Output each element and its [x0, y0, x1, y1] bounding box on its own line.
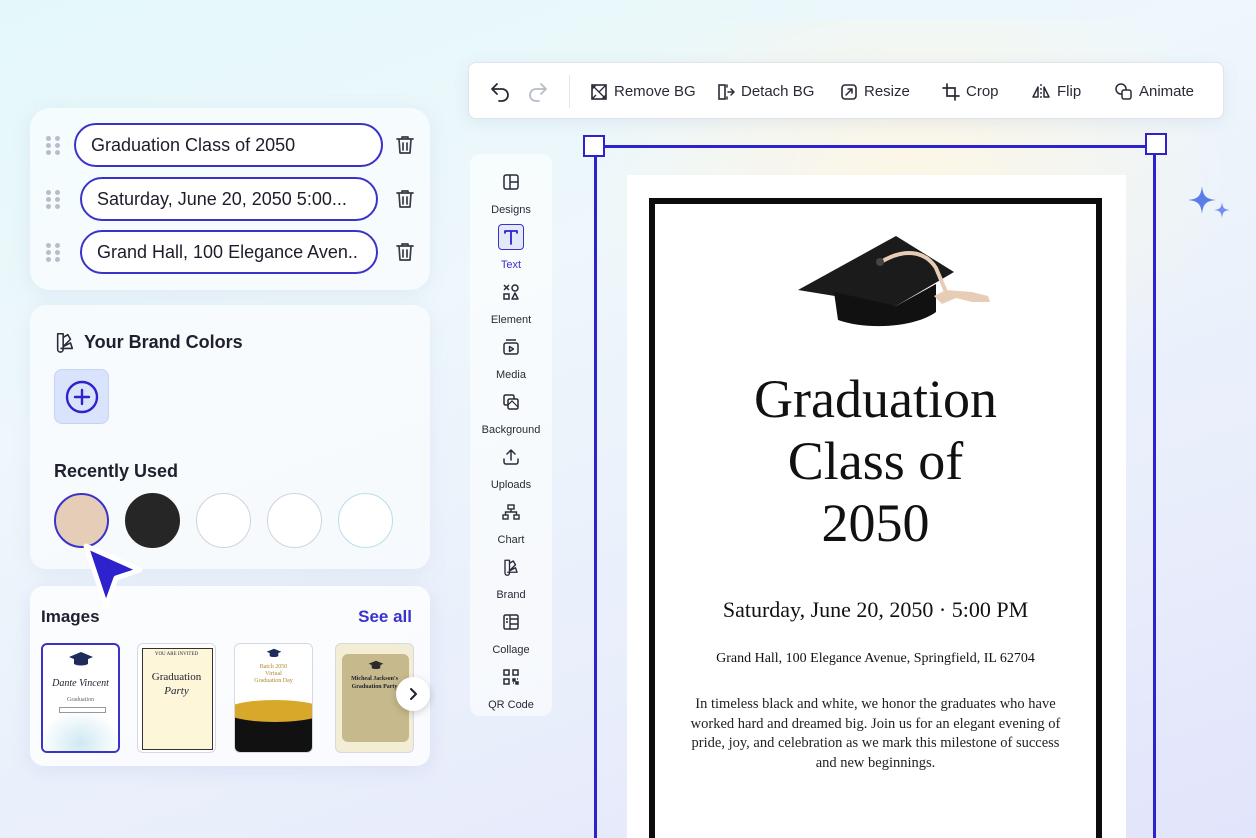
trash-icon[interactable] [393, 240, 417, 264]
thumbnail-batch: Batch 2050 [259, 664, 288, 670]
sidemenu-item-brand[interactable]: Brand [470, 549, 552, 601]
upload-icon [499, 445, 523, 469]
card-date[interactable]: Saturday, June 20, 2050 · 5:00 PM [652, 597, 1099, 623]
thumbnail-frame [142, 648, 213, 750]
remove-bg-button[interactable]: Remove BG [590, 63, 696, 120]
sidemenu-item-element[interactable]: Element [470, 274, 552, 326]
color-swatch-white[interactable] [338, 493, 393, 548]
ai-sparkle-icon[interactable] [1186, 184, 1234, 224]
sidemenu-item-uploads[interactable]: Uploads [470, 439, 552, 491]
redo-icon[interactable] [526, 80, 550, 104]
remove-background-icon [591, 83, 607, 100]
media-icon [499, 335, 523, 359]
color-swatch-white[interactable] [196, 493, 251, 548]
background-icon [499, 390, 523, 414]
resize-button[interactable]: Resize [840, 63, 910, 120]
side-menu: Designs Text Element Media Background Up… [470, 154, 552, 716]
collage-icon [499, 610, 523, 634]
animate-button[interactable]: Animate [1114, 63, 1194, 120]
brand-colors-panel: Your Brand Colors Recently Used [30, 305, 430, 569]
layout-icon [499, 170, 523, 194]
chart-icon [499, 500, 523, 524]
thumbnail-invite-label: YOU ARE INVITED [154, 652, 199, 657]
sidemenu-item-text[interactable]: Text [470, 219, 552, 271]
drag-handle-icon[interactable] [46, 243, 60, 263]
toolbar-divider [569, 75, 570, 108]
crop-icon [942, 82, 960, 101]
text-layers-panel: Graduation Class of 2050 Saturday, June … [30, 108, 430, 290]
thumbnail-subtitle: Graduation Day [254, 678, 293, 684]
text-layer-input[interactable]: Graduation Class of 2050 [74, 123, 383, 167]
image-thumbnail[interactable]: Batch 2050 Virtual Graduation Day [234, 643, 313, 753]
chevron-right-icon [410, 688, 417, 700]
drag-handle-icon[interactable] [46, 190, 60, 210]
graduation-cap-icon [69, 652, 93, 666]
graduation-cap-icon [266, 648, 282, 657]
sidemenu-item-qr-code[interactable]: QR Code [470, 659, 552, 711]
color-swatch-white[interactable] [267, 493, 322, 548]
watercolor-decoration [43, 711, 118, 751]
text-icon [498, 224, 524, 250]
text-layer-row: Saturday, June 20, 2050 5:00... [30, 177, 430, 221]
text-layer-input[interactable]: Saturday, June 20, 2050 5:00... [80, 177, 378, 221]
resize-handle-top-right[interactable] [1145, 133, 1167, 155]
top-toolbar: Remove BG Detach BG Resize Crop Flip Ani… [468, 62, 1224, 119]
graduation-cap-icon [368, 660, 384, 669]
graduation-cap-icon [798, 236, 990, 327]
crop-button[interactable]: Crop [942, 63, 999, 120]
plus-circle-icon [65, 380, 98, 413]
recently-used-title: Recently Used [54, 461, 179, 481]
card-body-text[interactable]: In timeless black and white, we honor th… [690, 695, 1061, 773]
sidemenu-item-collage[interactable]: Collage [470, 604, 552, 656]
sidemenu-item-background[interactable]: Background [470, 384, 552, 436]
cursor-arrow-icon [83, 543, 143, 609]
see-all-link[interactable]: See all [358, 607, 412, 627]
detach-background-icon [718, 83, 735, 100]
thumbnail-name: Dante Vincent [52, 678, 109, 689]
qr-code-icon [499, 665, 523, 689]
thumbnail-date-box [59, 707, 106, 713]
thumbnail-subtitle: Graduation [67, 697, 94, 703]
palette-icon [56, 332, 74, 353]
thumbnail-subtitle: Party [164, 685, 189, 697]
resize-icon [841, 83, 857, 100]
resize-handle-top-left[interactable] [583, 135, 605, 157]
trash-icon[interactable] [393, 187, 417, 211]
image-thumbnail[interactable]: Dante Vincent Graduation [41, 643, 120, 753]
brand-icon [499, 555, 523, 579]
card-venue[interactable]: Grand Hall, 100 Elegance Avenue, Springf… [652, 651, 1099, 667]
sidemenu-item-chart[interactable]: Chart [470, 494, 552, 546]
detach-bg-button[interactable]: Detach BG [717, 63, 814, 120]
undo-icon[interactable] [488, 80, 512, 104]
thumbnail-title: Graduation [151, 671, 202, 683]
trash-icon[interactable] [393, 133, 417, 157]
drag-handle-icon[interactable] [46, 136, 60, 156]
brand-colors-title: Your Brand Colors [54, 331, 243, 353]
thumbnail-title: Virtual [265, 671, 282, 677]
flip-button[interactable]: Flip [1031, 63, 1081, 120]
text-layer-input[interactable]: Grand Hall, 100 Elegance Aven.. [80, 230, 378, 274]
next-images-button[interactable] [396, 677, 430, 711]
animate-icon [1115, 83, 1132, 100]
image-thumbnail[interactable]: YOU ARE INVITED Graduation Party [137, 643, 216, 753]
sidemenu-item-media[interactable]: Media [470, 329, 552, 381]
card-title[interactable]: Graduation Class of 2050 [652, 368, 1099, 554]
sidemenu-item-designs[interactable]: Designs [470, 164, 552, 216]
shapes-icon [499, 280, 523, 304]
flip-icon [1032, 83, 1050, 100]
add-brand-color-button[interactable] [54, 369, 109, 424]
text-layer-row: Grand Hall, 100 Elegance Aven.. [30, 230, 430, 274]
thumbnail-gold-wave [235, 700, 312, 722]
text-layer-row: Graduation Class of 2050 [30, 123, 430, 167]
